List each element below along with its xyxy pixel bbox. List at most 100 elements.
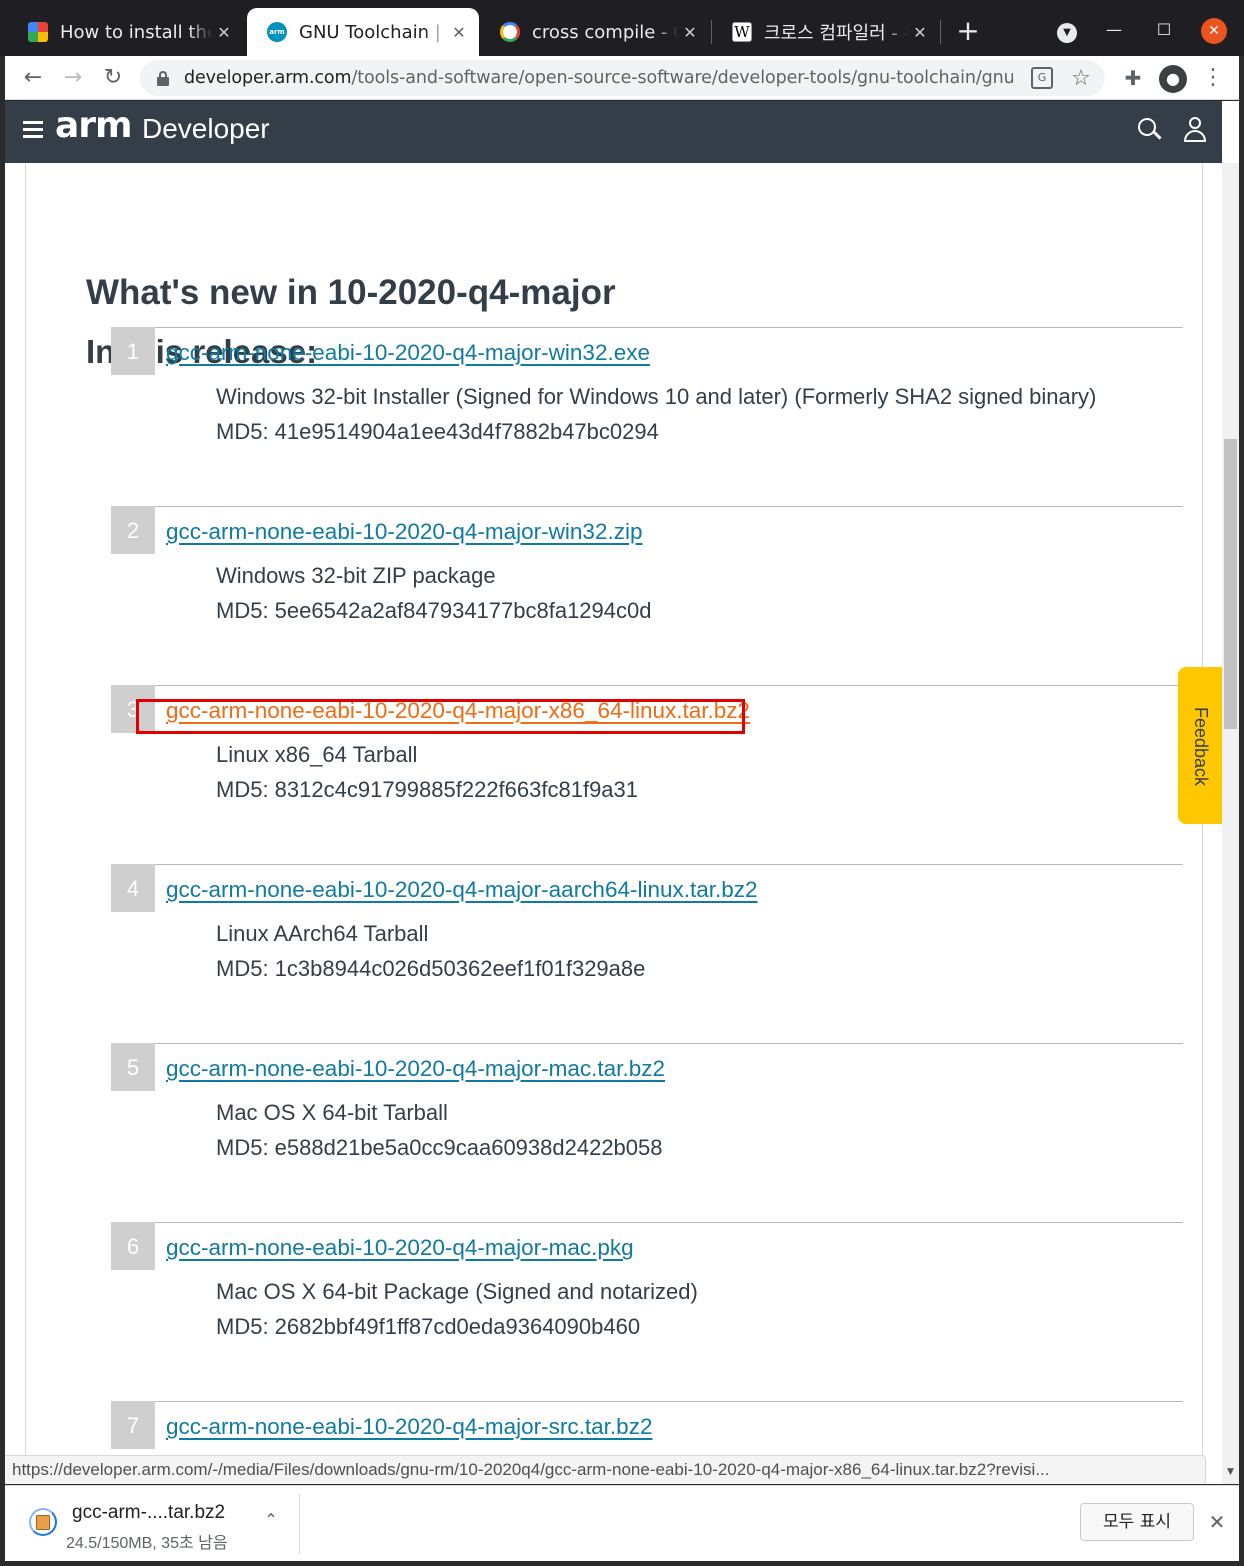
download-filename[interactable]: gcc-arm-....tar.bz2 bbox=[72, 1502, 225, 1524]
tab-wikipedia[interactable]: W 크로스 컴파일러 - 우 ✕ bbox=[712, 8, 940, 56]
divider bbox=[155, 1043, 1183, 1044]
tab-search-button[interactable]: ▼ bbox=[1051, 14, 1083, 46]
url-path: /tools-and-software/open-source-software… bbox=[351, 68, 1014, 88]
forward-button[interactable]: → bbox=[55, 60, 91, 96]
tab-how-to-install[interactable]: How to install the ✕ bbox=[8, 8, 244, 56]
item-md5: MD5: 1c3b8944c026d50362eef1f01f329a8e bbox=[216, 956, 646, 981]
arm-logo[interactable]: arm bbox=[55, 105, 133, 146]
list-item: 2 gcc-arm-none-eabi-10-2020-q4-major-win… bbox=[111, 506, 1183, 676]
item-md5: MD5: 8312c4c91799885f222f663fc81f9a31 bbox=[216, 777, 639, 802]
browser-toolbar: ← → ↻ developer.arm.com/tools-and-softwa… bbox=[5, 56, 1239, 100]
item-number: 4 bbox=[111, 864, 155, 912]
list-item: 1 gcc-arm-none-eabi-10-2020-q4-major-win… bbox=[111, 327, 1183, 497]
hamburger-menu-icon[interactable] bbox=[23, 121, 43, 138]
item-md5: MD5: e588d21be5a0cc9caa60938d2422b058 bbox=[216, 1135, 663, 1160]
item-md5: MD5: 41e9514904a1ee43d4f7882b47bc0294 bbox=[216, 419, 659, 444]
minimize-button[interactable]: — bbox=[1098, 14, 1130, 46]
download-link[interactable]: gcc-arm-none-eabi-10-2020-q4-major-mac.p… bbox=[166, 1235, 634, 1261]
chevron-up-icon[interactable]: ⌃ bbox=[259, 1508, 283, 1532]
divider bbox=[299, 1494, 300, 1554]
account-icon[interactable] bbox=[1184, 117, 1206, 143]
url-host: developer.arm.com bbox=[184, 68, 352, 88]
scrollbar-thumb[interactable] bbox=[1224, 439, 1237, 729]
close-tab-icon[interactable]: ✕ bbox=[678, 23, 702, 42]
download-link[interactable]: gcc-arm-none-eabi-10-2020-q4-major-mac.t… bbox=[166, 1056, 665, 1082]
divider bbox=[155, 1222, 1183, 1223]
close-window-button[interactable]: ✕ bbox=[1198, 14, 1230, 46]
item-md5: MD5: 2682bbf49f1ff87cd0eda9364090b460 bbox=[216, 1314, 641, 1339]
profile-avatar-icon: ● bbox=[1159, 65, 1187, 93]
item-description: Mac OS X 64-bit Tarball bbox=[216, 1100, 448, 1125]
page-title: What's new in 10-2020-q4-major bbox=[86, 273, 616, 312]
item-md5: MD5: 5ee6542a2af847934177bc8fa1294c0d bbox=[216, 598, 652, 623]
address-bar[interactable]: developer.arm.com/tools-and-software/ope… bbox=[140, 60, 1105, 96]
download-progress: 24.5/150MB, 35초 남음 bbox=[66, 1535, 228, 1552]
lock-icon[interactable] bbox=[156, 71, 170, 86]
chevron-down-icon: ▼ bbox=[1057, 23, 1077, 43]
item-description: Mac OS X 64-bit Package (Signed and nota… bbox=[216, 1279, 698, 1304]
feedback-button[interactable]: Feedback bbox=[1178, 667, 1223, 824]
tab-title: How to install the bbox=[60, 21, 212, 43]
back-button[interactable]: ← bbox=[15, 60, 51, 96]
new-tab-button[interactable]: + bbox=[952, 16, 984, 48]
wikipedia-icon: W bbox=[732, 22, 752, 42]
tab-separator bbox=[940, 20, 941, 44]
tab-title: 크로스 컴파일러 - 우 bbox=[764, 23, 908, 44]
status-bar-url: https://developer.arm.com/-/media/Files/… bbox=[5, 1455, 1206, 1484]
site-header: arm Developer bbox=[5, 101, 1222, 163]
url-text[interactable]: developer.arm.com/tools-and-software/ope… bbox=[184, 68, 1013, 88]
item-description: Windows 32-bit ZIP package bbox=[216, 563, 496, 588]
close-icon: ✕ bbox=[1201, 18, 1227, 44]
page-viewport: arm Developer What's new in 10-2020-q4-m… bbox=[5, 101, 1239, 1484]
item-description: Linux x86_64 Tarball bbox=[216, 742, 418, 767]
list-item: 5 gcc-arm-none-eabi-10-2020-q4-major-mac… bbox=[111, 1043, 1183, 1213]
download-link[interactable]: gcc-arm-none-eabi-10-2020-q4-major-win32… bbox=[166, 519, 642, 545]
bookmark-star-icon[interactable]: ☆ bbox=[1067, 66, 1095, 91]
divider bbox=[155, 327, 1183, 328]
item-description: Windows 32-bit Installer (Signed for Win… bbox=[216, 384, 1097, 409]
download-shelf: gcc-arm-....tar.bz2 24.5/150MB, 35초 남음 ⌃… bbox=[5, 1485, 1239, 1561]
list-item: 6 gcc-arm-none-eabi-10-2020-q4-major-mac… bbox=[111, 1222, 1183, 1392]
google-icon bbox=[500, 22, 520, 42]
show-all-button[interactable]: 모두 표시 bbox=[1080, 1503, 1194, 1541]
multicolor-icon bbox=[28, 22, 48, 42]
download-link[interactable]: gcc-arm-none-eabi-10-2020-q4-major-win32… bbox=[166, 340, 650, 366]
annotation-highlight-box bbox=[136, 699, 745, 734]
list-item: 4 gcc-arm-none-eabi-10-2020-q4-major-aar… bbox=[111, 864, 1183, 1034]
item-number: 7 bbox=[111, 1401, 155, 1449]
download-link[interactable]: gcc-arm-none-eabi-10-2020-q4-major-src.t… bbox=[166, 1414, 652, 1440]
divider bbox=[155, 864, 1183, 865]
divider bbox=[155, 1401, 1183, 1402]
browser-menu-icon[interactable]: ⋮ bbox=[1195, 60, 1231, 96]
feedback-label: Feedback bbox=[1191, 707, 1211, 787]
site-section-title[interactable]: Developer bbox=[142, 113, 270, 145]
download-link[interactable]: gcc-arm-none-eabi-10-2020-q4-major-aarch… bbox=[166, 877, 758, 903]
content-panel: What's new in 10-2020-q4-major In this r… bbox=[25, 163, 1203, 1484]
tab-title: GNU Toolchain | G bbox=[299, 21, 447, 43]
close-icon[interactable]: ✕ bbox=[1205, 1510, 1229, 1534]
close-tab-icon[interactable]: ✕ bbox=[447, 23, 471, 42]
item-number: 2 bbox=[111, 506, 155, 554]
profile-button[interactable]: ● bbox=[1155, 60, 1191, 96]
scrollbar[interactable] bbox=[1222, 163, 1239, 1484]
translate-icon[interactable]: G bbox=[1031, 67, 1053, 89]
divider bbox=[155, 506, 1183, 507]
archive-file-icon bbox=[29, 1508, 57, 1536]
item-description: Linux AArch64 Tarball bbox=[216, 921, 429, 946]
item-number: 5 bbox=[111, 1043, 155, 1091]
tab-cross-compile[interactable]: cross compile - Go ✕ bbox=[480, 8, 710, 56]
close-tab-icon[interactable]: ✕ bbox=[212, 23, 236, 42]
tab-gnu-toolchain[interactable]: arm GNU Toolchain | G ✕ bbox=[247, 8, 479, 56]
scroll-down-arrow-icon[interactable]: ▼ bbox=[1224, 1465, 1237, 1479]
arm-icon: arm bbox=[267, 22, 287, 42]
item-number: 1 bbox=[111, 327, 155, 375]
reload-button[interactable]: ↻ bbox=[95, 60, 131, 96]
close-tab-icon[interactable]: ✕ bbox=[908, 23, 932, 42]
tab-title: cross compile - Go bbox=[532, 21, 678, 43]
tab-strip: How to install the ✕ arm GNU Toolchain |… bbox=[0, 0, 1244, 56]
item-number: 6 bbox=[111, 1222, 155, 1270]
search-icon[interactable] bbox=[1138, 118, 1162, 142]
divider bbox=[155, 685, 1183, 686]
maximize-button[interactable]: ☐ bbox=[1148, 14, 1180, 46]
extensions-puzzle-icon[interactable]: ✚ bbox=[1115, 60, 1151, 96]
